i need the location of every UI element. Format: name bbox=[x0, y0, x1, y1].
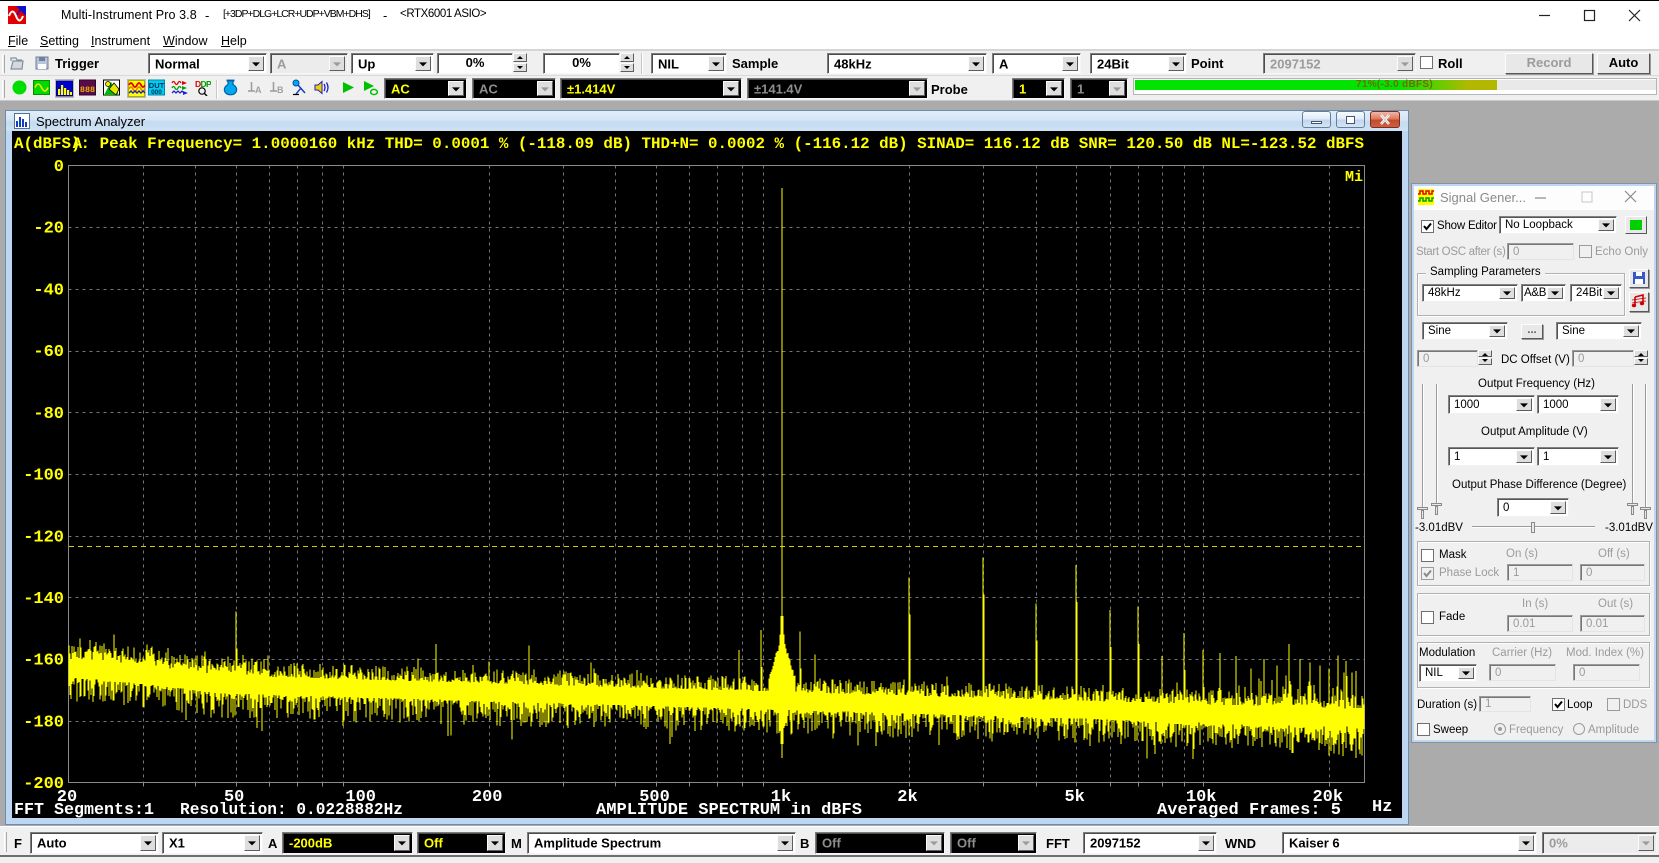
svg-text:000: 000 bbox=[151, 89, 162, 96]
svg-text:Resolution: 0.0228882Hz: Resolution: 0.0228882Hz bbox=[180, 801, 403, 818]
svg-text:200: 200 bbox=[472, 788, 503, 807]
svg-text:Mi: Mi bbox=[1345, 169, 1363, 186]
svg-text:-160: -160 bbox=[23, 652, 64, 671]
svg-text:-180: -180 bbox=[23, 713, 64, 732]
svg-text:P: P bbox=[206, 79, 211, 89]
svg-text:FFT Segments:1: FFT Segments:1 bbox=[14, 801, 154, 818]
svg-text:5k: 5k bbox=[1064, 788, 1084, 807]
svg-text:AMPLITUDE SPECTRUM in dBFS: AMPLITUDE SPECTRUM in dBFS bbox=[596, 801, 862, 818]
svg-text:A: A bbox=[73, 135, 83, 153]
svg-text:-40: -40 bbox=[33, 281, 64, 300]
svg-text:-20: -20 bbox=[33, 220, 64, 239]
svg-text:-100: -100 bbox=[23, 467, 64, 486]
svg-text:-80: -80 bbox=[33, 405, 64, 424]
svg-text:888: 888 bbox=[80, 85, 95, 95]
svg-text:0: 0 bbox=[54, 158, 64, 177]
svg-text:Hz: Hz bbox=[1372, 798, 1392, 817]
svg-text:-120: -120 bbox=[23, 528, 64, 547]
svg-text:Averaged Frames: 5: Averaged Frames: 5 bbox=[1157, 801, 1341, 818]
svg-text:-140: -140 bbox=[23, 590, 64, 609]
svg-text:B: B bbox=[277, 85, 284, 95]
svg-text:-60: -60 bbox=[33, 343, 64, 362]
svg-text:A: A bbox=[255, 85, 262, 95]
svg-text:2k: 2k bbox=[897, 788, 917, 807]
svg-text:A(dBFS): Peak Frequency= 1.00: A(dBFS): Peak Frequency= 1.0000160 kHz T… bbox=[14, 135, 1364, 153]
